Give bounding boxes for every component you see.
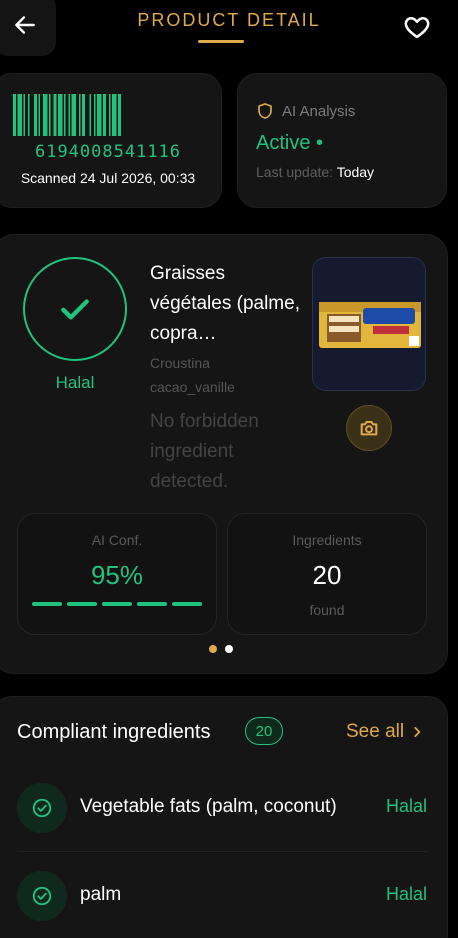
see-all-link[interactable]: See all [346, 721, 424, 743]
header: PRODUCT DETAIL [0, 0, 458, 60]
meter-segment [32, 602, 62, 606]
count-badge: 20 [245, 717, 283, 745]
barcode-bar [34, 94, 37, 136]
stat-label: Ingredients [292, 532, 362, 548]
meter-segment [67, 602, 97, 606]
verdict-label: Halal [55, 373, 95, 392]
row-divider [17, 851, 427, 852]
favorite-button[interactable] [400, 10, 434, 44]
checkmark-icon [61, 299, 89, 320]
pager-dot-1[interactable] [209, 645, 217, 653]
barcode-graphic [13, 94, 121, 136]
barcode-bar [94, 94, 96, 136]
barcode-bar [79, 94, 81, 136]
barcode-bar [71, 94, 76, 136]
ingredients-sub: found [309, 602, 345, 618]
barcode-bar [49, 94, 51, 136]
ingredient-name: palm [80, 884, 122, 905]
ingredient-row[interactable]: Vegetable fats (palm, coconut) Halal [17, 783, 427, 833]
ingredients-card: Compliant ingredients 20 See all Vegetab… [0, 696, 448, 938]
variant-line: cacao_vanille [150, 379, 235, 395]
verdict-badge [23, 257, 127, 361]
title-underline [198, 40, 244, 43]
camera-button[interactable] [346, 405, 392, 451]
chevron-right-icon [414, 727, 421, 737]
verdict-message: No forbidden ingredient detected. [150, 411, 259, 492]
ai-last-update: Last update: Today [256, 164, 374, 180]
brand-line: Croustina [150, 355, 210, 371]
barcode-bar [109, 94, 111, 136]
stat-label: AI Conf. [91, 532, 143, 548]
barcode-bar [64, 94, 66, 136]
pager-dot-2[interactable] [225, 645, 233, 653]
barcode-bar [118, 94, 121, 136]
confidence-value: 95% [90, 560, 144, 590]
pager-dots [209, 645, 233, 653]
barcode-bar [13, 94, 16, 136]
ingredient-row[interactable]: palm Halal [17, 871, 427, 921]
barcode-bar [53, 94, 57, 136]
last-update-label: Last update: [256, 164, 334, 180]
meter-segment [137, 602, 167, 606]
barcode-bar [89, 94, 91, 136]
check-circle-icon [17, 783, 67, 833]
check-circle-icon [17, 871, 67, 921]
barcode-bar [38, 94, 40, 136]
product-image[interactable] [312, 257, 426, 391]
shield-icon [258, 103, 272, 119]
barcode-bar [43, 94, 48, 136]
confidence-meter [32, 602, 202, 606]
barcode-bar [112, 94, 117, 136]
barcode-card: 6194008541116 Scanned 24 Jul 2026, 00:33 [0, 73, 222, 208]
ingredient-name: Vegetable fats (palm, coconut) [80, 796, 337, 817]
barcode-bar [17, 94, 22, 136]
ai-status: Active • [256, 132, 324, 154]
scan-timestamp: Scanned 24 Jul 2026, 00:33 [20, 170, 196, 186]
barcode-bar [28, 94, 30, 136]
ai-analysis-card[interactable]: AI Analysis Active • Last update: Today [237, 73, 447, 208]
product-package-picture [313, 258, 425, 390]
ingredients-stat: Ingredients 20 found [227, 513, 427, 635]
meter-segment [102, 602, 132, 606]
ai-confidence-stat: AI Conf. 95% [17, 513, 217, 635]
last-update-value: Today [336, 164, 375, 180]
product-brand: Croustina cacao_vanille [150, 351, 235, 399]
barcode-bar [103, 94, 106, 136]
product-card: Halal Graisses végétales (palme, copra… … [0, 234, 448, 674]
barcode-number: 6194008541116 [34, 142, 182, 162]
camera-icon [360, 421, 378, 436]
ingredient-status: Halal [385, 884, 427, 904]
heart-outline-icon [404, 16, 430, 39]
ingredients-count: 20 [312, 560, 342, 590]
barcode-bar [97, 94, 102, 136]
meter-segment [172, 602, 202, 606]
section-title: Compliant ingredients [17, 721, 211, 743]
barcode-bar [68, 94, 70, 136]
barcode-bar [23, 94, 25, 136]
product-name: Graisses végétales (palme, copra… [150, 263, 300, 344]
ai-analysis-label: AI Analysis [282, 102, 356, 120]
ai-analysis-header: AI Analysis [256, 102, 355, 120]
see-all-label: See all [346, 721, 405, 742]
page-title: PRODUCT DETAIL [137, 10, 321, 30]
ingredient-status: Halal [385, 796, 427, 816]
barcode-bar [58, 94, 63, 136]
barcode-bar [82, 94, 85, 136]
